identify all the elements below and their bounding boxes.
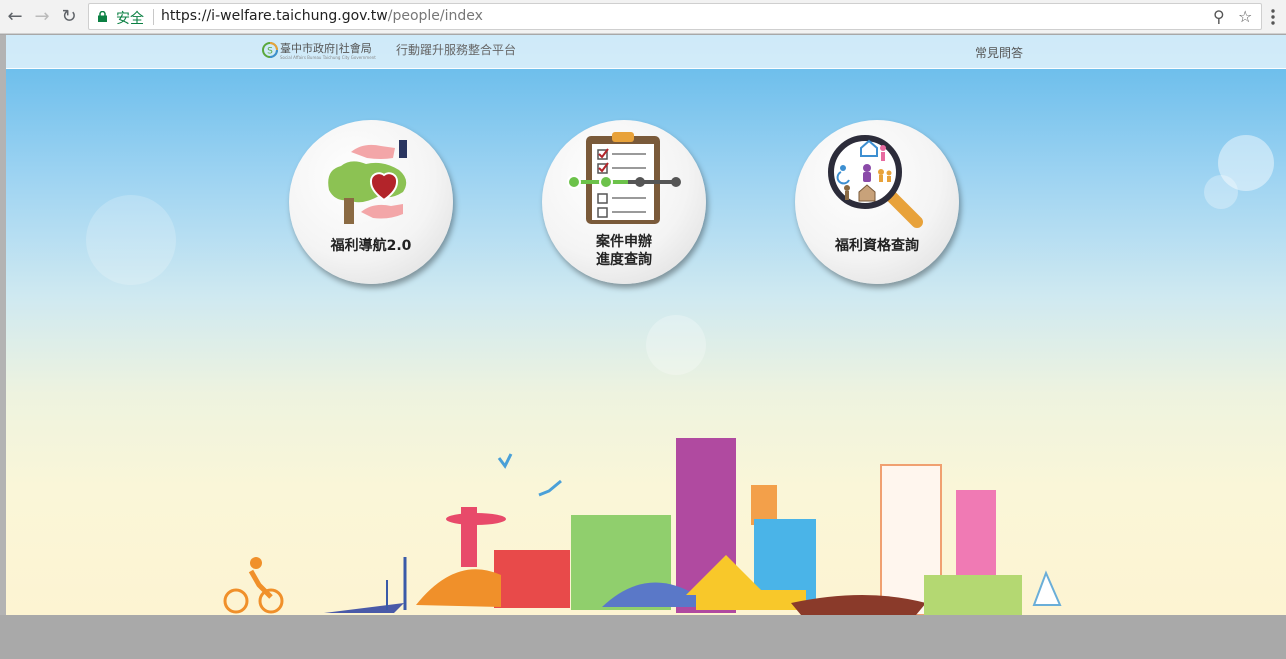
temple: [494, 550, 570, 608]
forward-arrow-icon[interactable]: →: [31, 6, 53, 28]
back-arrow-icon[interactable]: ←: [4, 6, 26, 28]
green-hall: [924, 575, 1022, 615]
bicycle-wheel: [258, 588, 284, 614]
ground-strip: [0, 615, 1286, 659]
url-host: https://i-welfare.taichung.gov.tw: [161, 8, 388, 24]
cyclist-head: [250, 557, 262, 569]
yellow-station: [696, 590, 806, 610]
bird-icon: [538, 479, 562, 497]
reload-icon[interactable]: ↻: [58, 6, 80, 28]
bird-icon: [497, 453, 513, 469]
bookmark-star-icon[interactable]: ☆: [1238, 7, 1252, 26]
browser-toolbar: ← → ↻ 安全 https://i-welfare.taichung.gov.…: [0, 0, 1286, 34]
menu-dots-icon[interactable]: [1268, 6, 1278, 28]
orange-bridge: [416, 569, 501, 607]
cyclist-body: [248, 569, 273, 599]
red-tower-disc: [446, 513, 506, 525]
lock-icon: [98, 11, 107, 22]
yacht: [324, 603, 404, 613]
church: [1032, 570, 1062, 606]
url-path: /people/index: [387, 8, 483, 24]
address-bar[interactable]: 安全 https://i-welfare.taichung.gov.tw/peo…: [88, 3, 1262, 30]
secure-label: 安全: [116, 11, 144, 27]
divider: [153, 9, 154, 25]
url-text[interactable]: https://i-welfare.taichung.gov.tw/people…: [161, 8, 483, 24]
city-skyline-illustration: [223, 438, 1062, 615]
zoom-icon[interactable]: ⚲: [1213, 7, 1225, 26]
page-background: S 臺中市政府|社會局 Social Affairs Bureau Taichu…: [6, 35, 1286, 615]
bicycle-wheel: [223, 588, 249, 614]
